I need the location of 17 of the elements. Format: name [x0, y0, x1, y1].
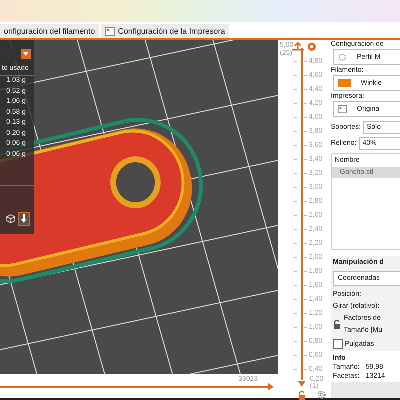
export-icon[interactable]	[18, 212, 30, 226]
panel-footer	[331, 382, 400, 398]
dropdown-arrow-icon	[21, 49, 31, 59]
slider-thumb[interactable]	[292, 42, 318, 52]
cube-icon[interactable]	[6, 214, 16, 224]
slider-thumb[interactable]	[298, 381, 306, 387]
gear-icon	[338, 52, 347, 62]
lock-icon[interactable]	[298, 391, 306, 400]
settings-icon[interactable]	[317, 390, 327, 400]
tab[interactable]: Configuración de la Impresora	[101, 24, 230, 38]
lock-icon[interactable]	[333, 320, 341, 329]
tab[interactable]: onfiguración del filamento	[0, 24, 100, 38]
inches-checkbox[interactable]	[333, 339, 343, 349]
filament-color-swatch	[338, 79, 351, 87]
printer-icon	[338, 104, 347, 114]
printer-icon	[105, 26, 116, 36]
slider-fill[interactable]	[0, 383, 274, 391]
